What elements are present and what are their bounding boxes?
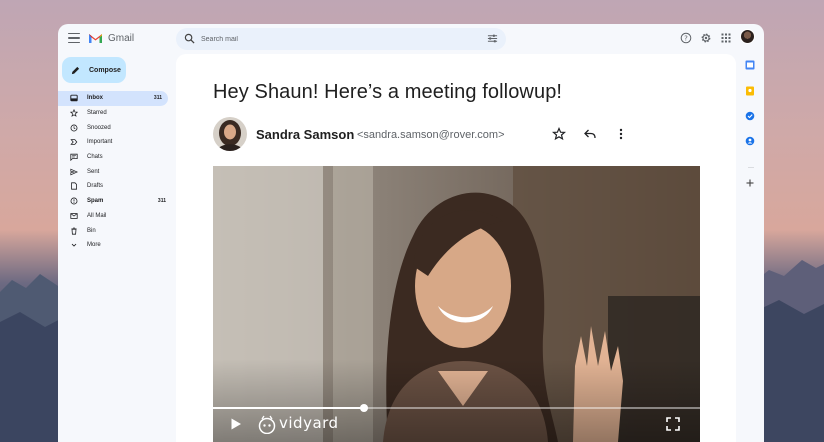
email-subject: Hey Shaun! Here’s a meeting followup!: [213, 81, 563, 103]
pencil-icon: [71, 66, 80, 74]
sidebar-item-bin[interactable]: Bin: [58, 223, 172, 238]
sidebar-item-label: Starred: [87, 110, 107, 117]
search-bar[interactable]: [176, 28, 506, 50]
search-options-icon[interactable]: [487, 33, 498, 44]
apps-grid-icon[interactable]: [720, 32, 732, 44]
top-bar: Gmail ?: [58, 24, 764, 54]
tasks-icon[interactable]: [745, 111, 755, 121]
sidebar-item-label: Snoozed: [87, 124, 111, 131]
sidebar-item-label: Bin: [87, 227, 96, 234]
video-player[interactable]: vidyard: [213, 166, 700, 442]
sidebar-item-label: Sent: [87, 168, 100, 175]
help-icon[interactable]: ?: [680, 32, 692, 44]
add-addon-icon[interactable]: [745, 178, 755, 188]
video-progress-fill: [213, 407, 364, 409]
sidebar-item-label: Chats: [87, 154, 103, 161]
calendar-icon[interactable]: [745, 60, 755, 70]
chat-icon: [70, 153, 78, 162]
sidebar-item-important[interactable]: Important: [58, 135, 172, 150]
sidebar-item-all-mail[interactable]: All Mail: [58, 209, 172, 224]
svg-text:?: ?: [684, 34, 688, 42]
vidyard-logo-icon: [258, 415, 276, 434]
contacts-icon[interactable]: [745, 136, 755, 146]
rail-divider: [748, 167, 754, 168]
clock-icon: [70, 124, 78, 132]
send-icon: [70, 168, 78, 176]
sidebar-item-label: Drafts: [87, 183, 104, 190]
email-view: Hey Shaun! Here’s a meeting followup! Sa…: [176, 54, 736, 442]
video-scrubber-handle[interactable]: [359, 404, 368, 412]
sender-name: Sandra Samson: [256, 127, 355, 142]
sidebar-item-inbox[interactable]: Inbox 311: [58, 91, 168, 106]
unread-count: 311: [153, 95, 162, 102]
account-avatar[interactable]: [740, 29, 755, 44]
sidebar-item-label: Spam: [87, 198, 104, 205]
fullscreen-icon[interactable]: [666, 417, 680, 431]
background-mountain-right: [754, 260, 824, 442]
compose-button[interactable]: Compose: [62, 57, 126, 83]
more-options-icon[interactable]: [614, 127, 628, 141]
app-name: Gmail: [108, 33, 135, 44]
sidebar-item-sent[interactable]: Sent: [58, 164, 172, 179]
search-icon[interactable]: [184, 33, 195, 44]
chevron-down-icon: [71, 243, 77, 247]
video-progress-bar[interactable]: [213, 404, 700, 412]
vidyard-brand-text: vidyard: [279, 414, 339, 432]
sidebar-item-chats[interactable]: Chats: [58, 150, 172, 165]
sidebar-item-label: Important: [87, 139, 113, 146]
play-icon[interactable]: [229, 417, 243, 431]
sidebar-item-label: All Mail: [87, 212, 107, 219]
mail-icon: [70, 213, 78, 219]
gmail-window: Gmail ?: [58, 24, 764, 442]
sidebar-item-snoozed[interactable]: Snoozed: [58, 120, 172, 135]
star-icon[interactable]: [552, 127, 566, 141]
gmail-logo-icon[interactable]: [88, 32, 103, 44]
inbox-icon: [70, 95, 78, 102]
reply-icon[interactable]: [583, 127, 597, 141]
sender-email: <sandra.samson@rover.com>: [357, 129, 505, 141]
sidebar-item-starred[interactable]: Starred: [58, 106, 172, 121]
draft-icon: [71, 182, 77, 191]
unread-count: 311: [157, 198, 166, 205]
important-icon: [70, 139, 78, 146]
sidebar-item-drafts[interactable]: Drafts: [58, 179, 172, 194]
sidebar-item-spam[interactable]: Spam 311: [58, 194, 172, 209]
sidebar-item-more[interactable]: More: [58, 238, 172, 253]
search-input[interactable]: [201, 33, 471, 45]
keep-icon[interactable]: [745, 86, 755, 96]
main-menu-icon[interactable]: [68, 33, 80, 43]
star-icon: [70, 109, 78, 117]
sidebar-item-label: Inbox: [87, 95, 103, 102]
spam-icon: [70, 197, 78, 205]
compose-label: Compose: [89, 66, 121, 74]
sender-avatar[interactable]: [213, 117, 247, 151]
sidebar-nav: Inbox 311 Starred Snoozed Important Chat…: [58, 91, 172, 253]
sidebar-item-label: More: [87, 242, 101, 249]
trash-icon: [71, 227, 77, 235]
video-frame: [213, 166, 700, 442]
settings-gear-icon[interactable]: [700, 32, 712, 44]
